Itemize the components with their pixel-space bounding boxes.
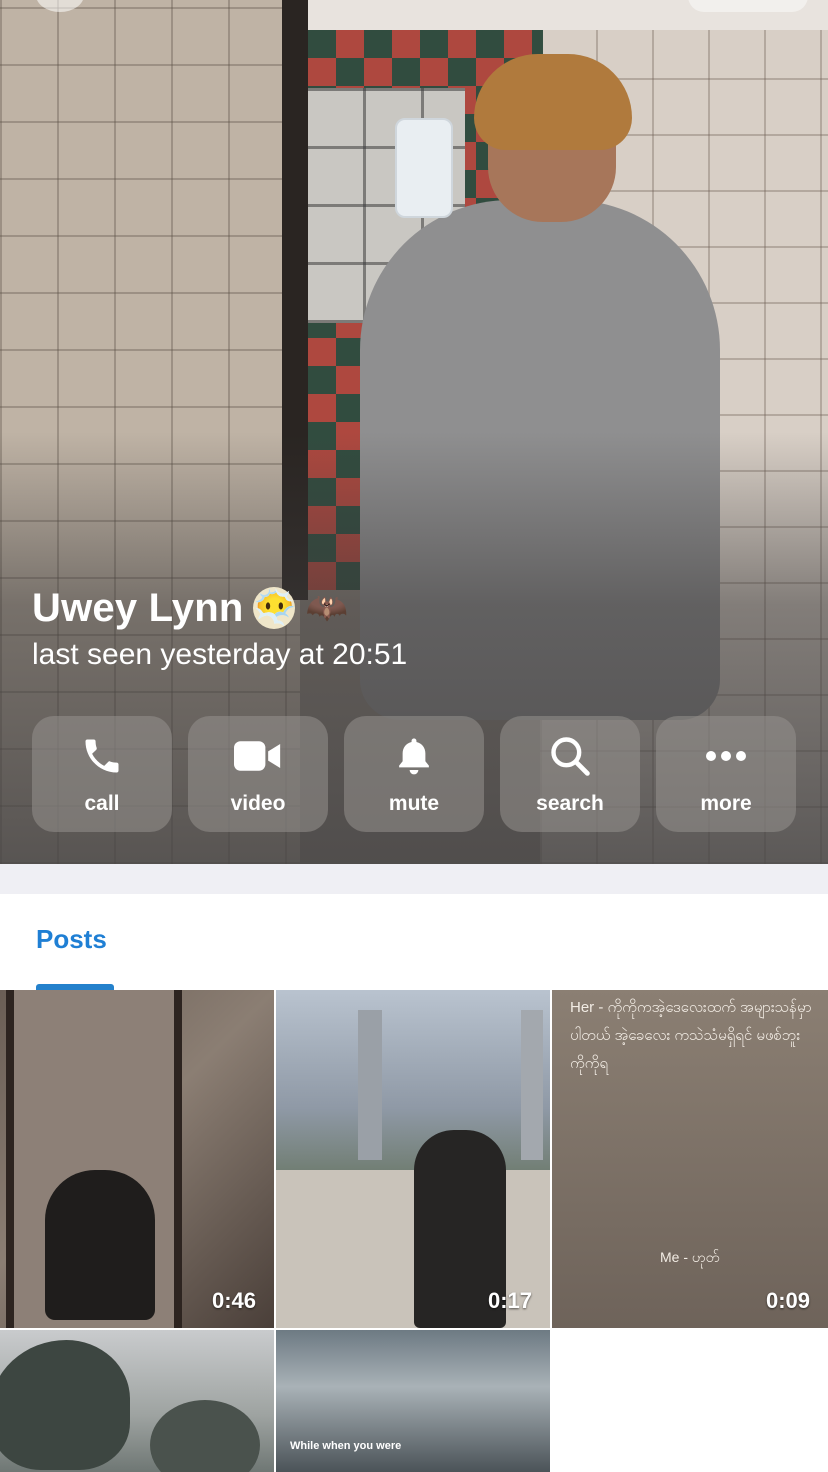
overpass-pillar [358,1010,382,1160]
video-duration: 0:46 [211,1288,256,1313]
video-button[interactable]: video [188,716,328,832]
post-thumbnail[interactable]: While when you were [276,1330,550,1472]
search-icon [546,732,594,780]
video-duration: 0:17 [487,1288,532,1313]
tree [150,1400,260,1472]
mute-button[interactable]: mute [344,716,484,832]
bell-icon [390,732,438,780]
bat-emoji-icon: 🦇 [305,588,349,628]
post-thumbnail[interactable] [0,1330,274,1472]
call-button[interactable]: call [32,716,172,832]
search-label: search [536,792,604,815]
post-thumbnail[interactable]: 0:46 [0,990,274,1328]
post-thumbnail[interactable]: 0:17 [276,990,550,1328]
posts-grid: 0:46 0:17 Her - ကိုကိုကအဲ့ဒေလေးထက် အများ… [0,990,828,1472]
emoji-status-icon[interactable]: 😶‍🌫️ [253,587,296,629]
overpass-pillar [521,1010,543,1160]
post-caption-reply: Me - ဟုတ် [660,1249,720,1265]
person-figure [45,1170,155,1320]
more-button[interactable]: more [656,716,796,832]
call-label: call [84,792,120,815]
video-camera-icon [234,732,282,780]
more-label: more [700,792,752,815]
post-caption-text: While when you were [290,1440,402,1452]
mute-label: mute [388,792,440,815]
profile-action-bar: call video mute search more [32,716,796,832]
video-label: video [230,792,286,815]
profile-name: Uwey Lynn [32,585,244,630]
video-duration: 0:09 [765,1288,810,1313]
media-tabs: Posts [0,894,828,990]
profile-photo-header[interactable]: Uwey Lynn 😶‍🌫️ 🦇 last seen yesterday at … [0,0,828,864]
search-button[interactable]: search [500,716,640,832]
tab-posts[interactable]: Posts [36,924,107,955]
post-caption-text: Her - ကိုကိုကအဲ့ဒေလေးထက် အများသန်မှာပါတယ… [570,999,812,1072]
edit-button-blur[interactable] [688,0,808,12]
ellipsis-icon [702,732,750,780]
section-separator [0,864,828,894]
phone-icon [78,732,126,780]
tree [0,1340,130,1470]
profile-name-row: Uwey Lynn 😶‍🌫️ 🦇 [32,582,349,634]
last-seen-status: last seen yesterday at 20:51 [32,638,408,671]
post-thumbnail[interactable]: Her - ကိုကိုကအဲ့ဒေလေးထက် အများသန်မှာပါတယ… [552,990,828,1328]
